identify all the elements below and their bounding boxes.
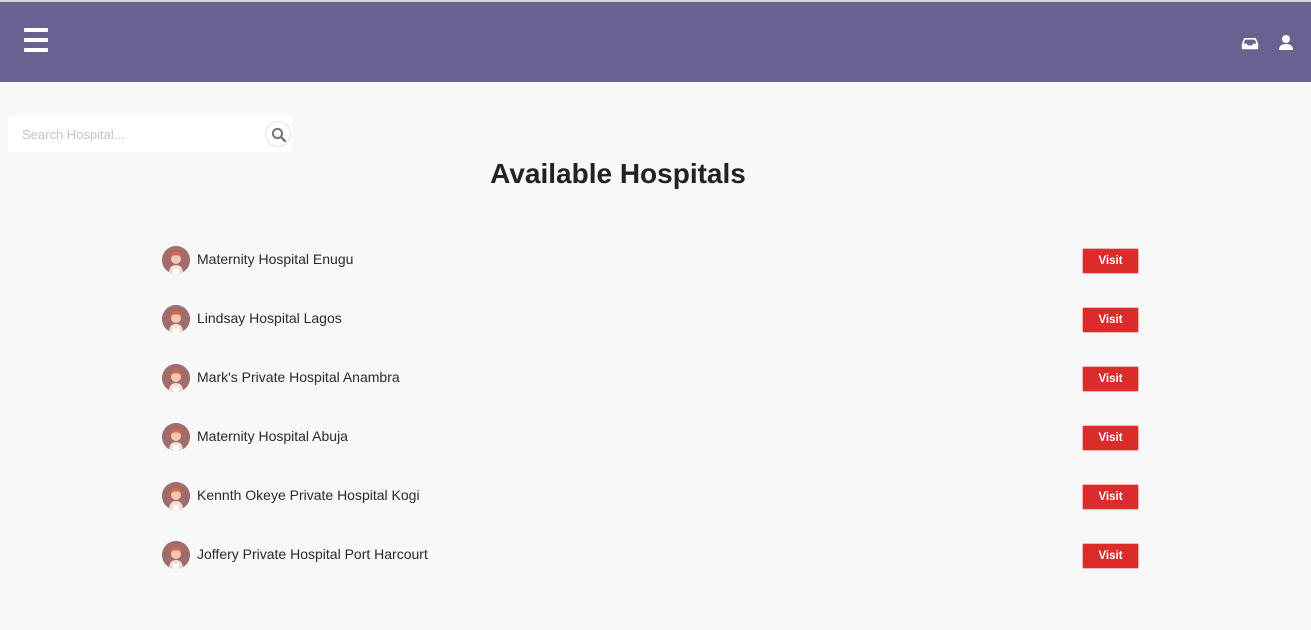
visit-button[interactable]: Visit — [1082, 307, 1139, 333]
top-navbar — [0, 2, 1311, 82]
hospital-avatar — [162, 423, 190, 451]
hospital-list: Maternity Hospital Enugu Visit Lindsay H… — [162, 244, 1140, 598]
search-bar — [8, 116, 292, 152]
hospital-row: Lindsay Hospital Lagos Visit — [162, 303, 1140, 362]
hospital-row: Mark's Private Hospital Anambra Visit — [162, 362, 1140, 421]
search-icon — [271, 127, 287, 143]
visit-button[interactable]: Visit — [1082, 425, 1139, 451]
hospital-name: Joffery Private Hospital Port Harcourt — [197, 546, 428, 562]
visit-button[interactable]: Visit — [1082, 248, 1139, 274]
hospital-avatar — [162, 364, 190, 392]
hospital-row: Maternity Hospital Enugu Visit — [162, 244, 1140, 303]
inbox-icon[interactable] — [1241, 34, 1259, 52]
visit-button[interactable]: Visit — [1082, 543, 1139, 569]
page-title: Available Hospitals — [490, 158, 746, 189]
hospital-row: Joffery Private Hospital Port Harcourt V… — [162, 539, 1140, 598]
hospital-avatar — [162, 305, 190, 333]
hospital-name: Lindsay Hospital Lagos — [197, 310, 342, 326]
hospital-avatar — [162, 541, 190, 569]
hospital-name: Kennth Okeye Private Hospital Kogi — [197, 487, 420, 503]
visit-button[interactable]: Visit — [1082, 366, 1139, 392]
search-input[interactable] — [8, 116, 248, 152]
hamburger-menu-icon[interactable] — [24, 28, 48, 52]
hospital-name: Mark's Private Hospital Anambra — [197, 369, 400, 385]
visit-button[interactable]: Visit — [1082, 484, 1139, 510]
hospital-row: Kennth Okeye Private Hospital Kogi Visit — [162, 480, 1140, 539]
hospital-name: Maternity Hospital Abuja — [197, 428, 348, 444]
user-icon[interactable] — [1277, 34, 1295, 52]
hospital-name: Maternity Hospital Enugu — [197, 251, 354, 267]
search-button[interactable] — [265, 121, 291, 147]
hospital-avatar — [162, 246, 190, 274]
hospital-row: Maternity Hospital Abuja Visit — [162, 421, 1140, 480]
hospital-avatar — [162, 482, 190, 510]
